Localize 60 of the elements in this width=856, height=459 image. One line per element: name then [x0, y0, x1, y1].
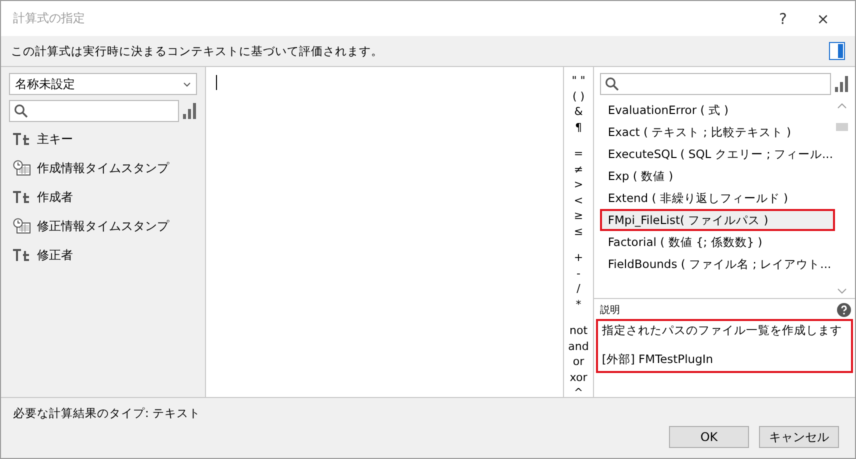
operator-button[interactable]: /	[576, 281, 580, 296]
function-item[interactable]: Exact ( テキスト ; 比較テキスト )	[600, 121, 835, 143]
field-item[interactable]: 作成情報タイムスタンプ	[37, 160, 169, 176]
function-item[interactable]: EvaluationError ( 式 )	[600, 99, 835, 121]
operator-button[interactable]: +	[574, 250, 584, 266]
search-icon	[14, 104, 28, 118]
function-item[interactable]: Extend ( 非繰り返しフィールド )	[600, 187, 835, 209]
description-heading: 説明	[600, 304, 620, 317]
operator-button[interactable]: ≤	[574, 224, 584, 239]
field-item[interactable]: 修正者	[37, 246, 73, 264]
function-item[interactable]: FieldBounds ( ファイル名 ; レイアウト...	[600, 253, 835, 275]
description-line: 指定されたパスのファイル一覧を作成します	[602, 323, 843, 338]
sort-icon[interactable]	[183, 103, 198, 119]
operator-button[interactable]: " "	[572, 73, 586, 88]
search-icon	[604, 77, 619, 91]
operator-button[interactable]: ^	[574, 385, 584, 400]
scroll-up-icon[interactable]	[836, 103, 847, 109]
operator-button[interactable]: -	[576, 266, 580, 281]
operator-button[interactable]: <	[574, 192, 584, 208]
operator-button[interactable]: ≠	[574, 162, 584, 177]
text-type-icon	[13, 133, 31, 145]
operator-button[interactable]: not	[570, 323, 588, 338]
panel-toggle-icon[interactable]	[829, 42, 845, 60]
text-type-icon	[13, 191, 31, 203]
operator-button[interactable]: ( )	[572, 88, 585, 104]
result-type-label: 必要な計算結果のタイプ: テキスト	[13, 406, 202, 422]
window-title: 計算式の指定	[13, 10, 86, 27]
help-icon[interactable]	[836, 303, 851, 317]
sort-icon[interactable]	[834, 76, 849, 92]
description-line: [外部] FMTestPlugIn	[602, 352, 714, 367]
operator-button[interactable]: ¶	[575, 120, 582, 135]
help-button[interactable]: ?	[763, 4, 803, 34]
operator-button[interactable]: *	[576, 296, 582, 312]
clock-calendar-icon	[13, 218, 31, 234]
context-note: この計算式は実行時に決まるコンテキストに基づいて評価されます。	[11, 44, 384, 58]
chevron-down-icon	[183, 82, 192, 86]
function-search-field[interactable]	[600, 73, 831, 95]
operator-button[interactable]: and	[568, 338, 589, 354]
field-item[interactable]: 作成者	[37, 188, 73, 206]
scroll-down-icon[interactable]	[836, 288, 847, 294]
table-dropdown[interactable]: 名称未設定	[9, 73, 198, 95]
clock-calendar-icon	[13, 160, 31, 176]
cancel-button[interactable]: キャンセル	[759, 426, 839, 448]
function-item[interactable]: FMpi_FileList( ファイルパス )	[600, 209, 835, 231]
operator-button[interactable]: ≥	[574, 208, 584, 224]
scrollbar-thumb[interactable]	[836, 123, 848, 131]
operator-button[interactable]: =	[574, 146, 584, 162]
ok-button[interactable]: OK	[669, 426, 749, 448]
field-item[interactable]: 主キー	[37, 130, 73, 148]
function-item[interactable]: ExecuteSQL ( SQL クエリー ; フィール...	[600, 143, 835, 165]
field-search-field[interactable]	[9, 100, 180, 122]
operator-button[interactable]: or	[572, 354, 584, 370]
field-item[interactable]: 修正情報タイムスタンプ	[37, 218, 169, 234]
operator-button[interactable]: >	[574, 177, 584, 192]
close-button[interactable]: ×	[803, 4, 843, 34]
operator-button[interactable]: xor	[570, 370, 588, 385]
function-item[interactable]: Factorial ( 数値 {; 係数数} )	[600, 231, 835, 253]
function-item[interactable]: Exp ( 数値 )	[600, 165, 835, 187]
text-type-icon	[13, 249, 31, 261]
operator-button[interactable]: &	[574, 104, 583, 120]
